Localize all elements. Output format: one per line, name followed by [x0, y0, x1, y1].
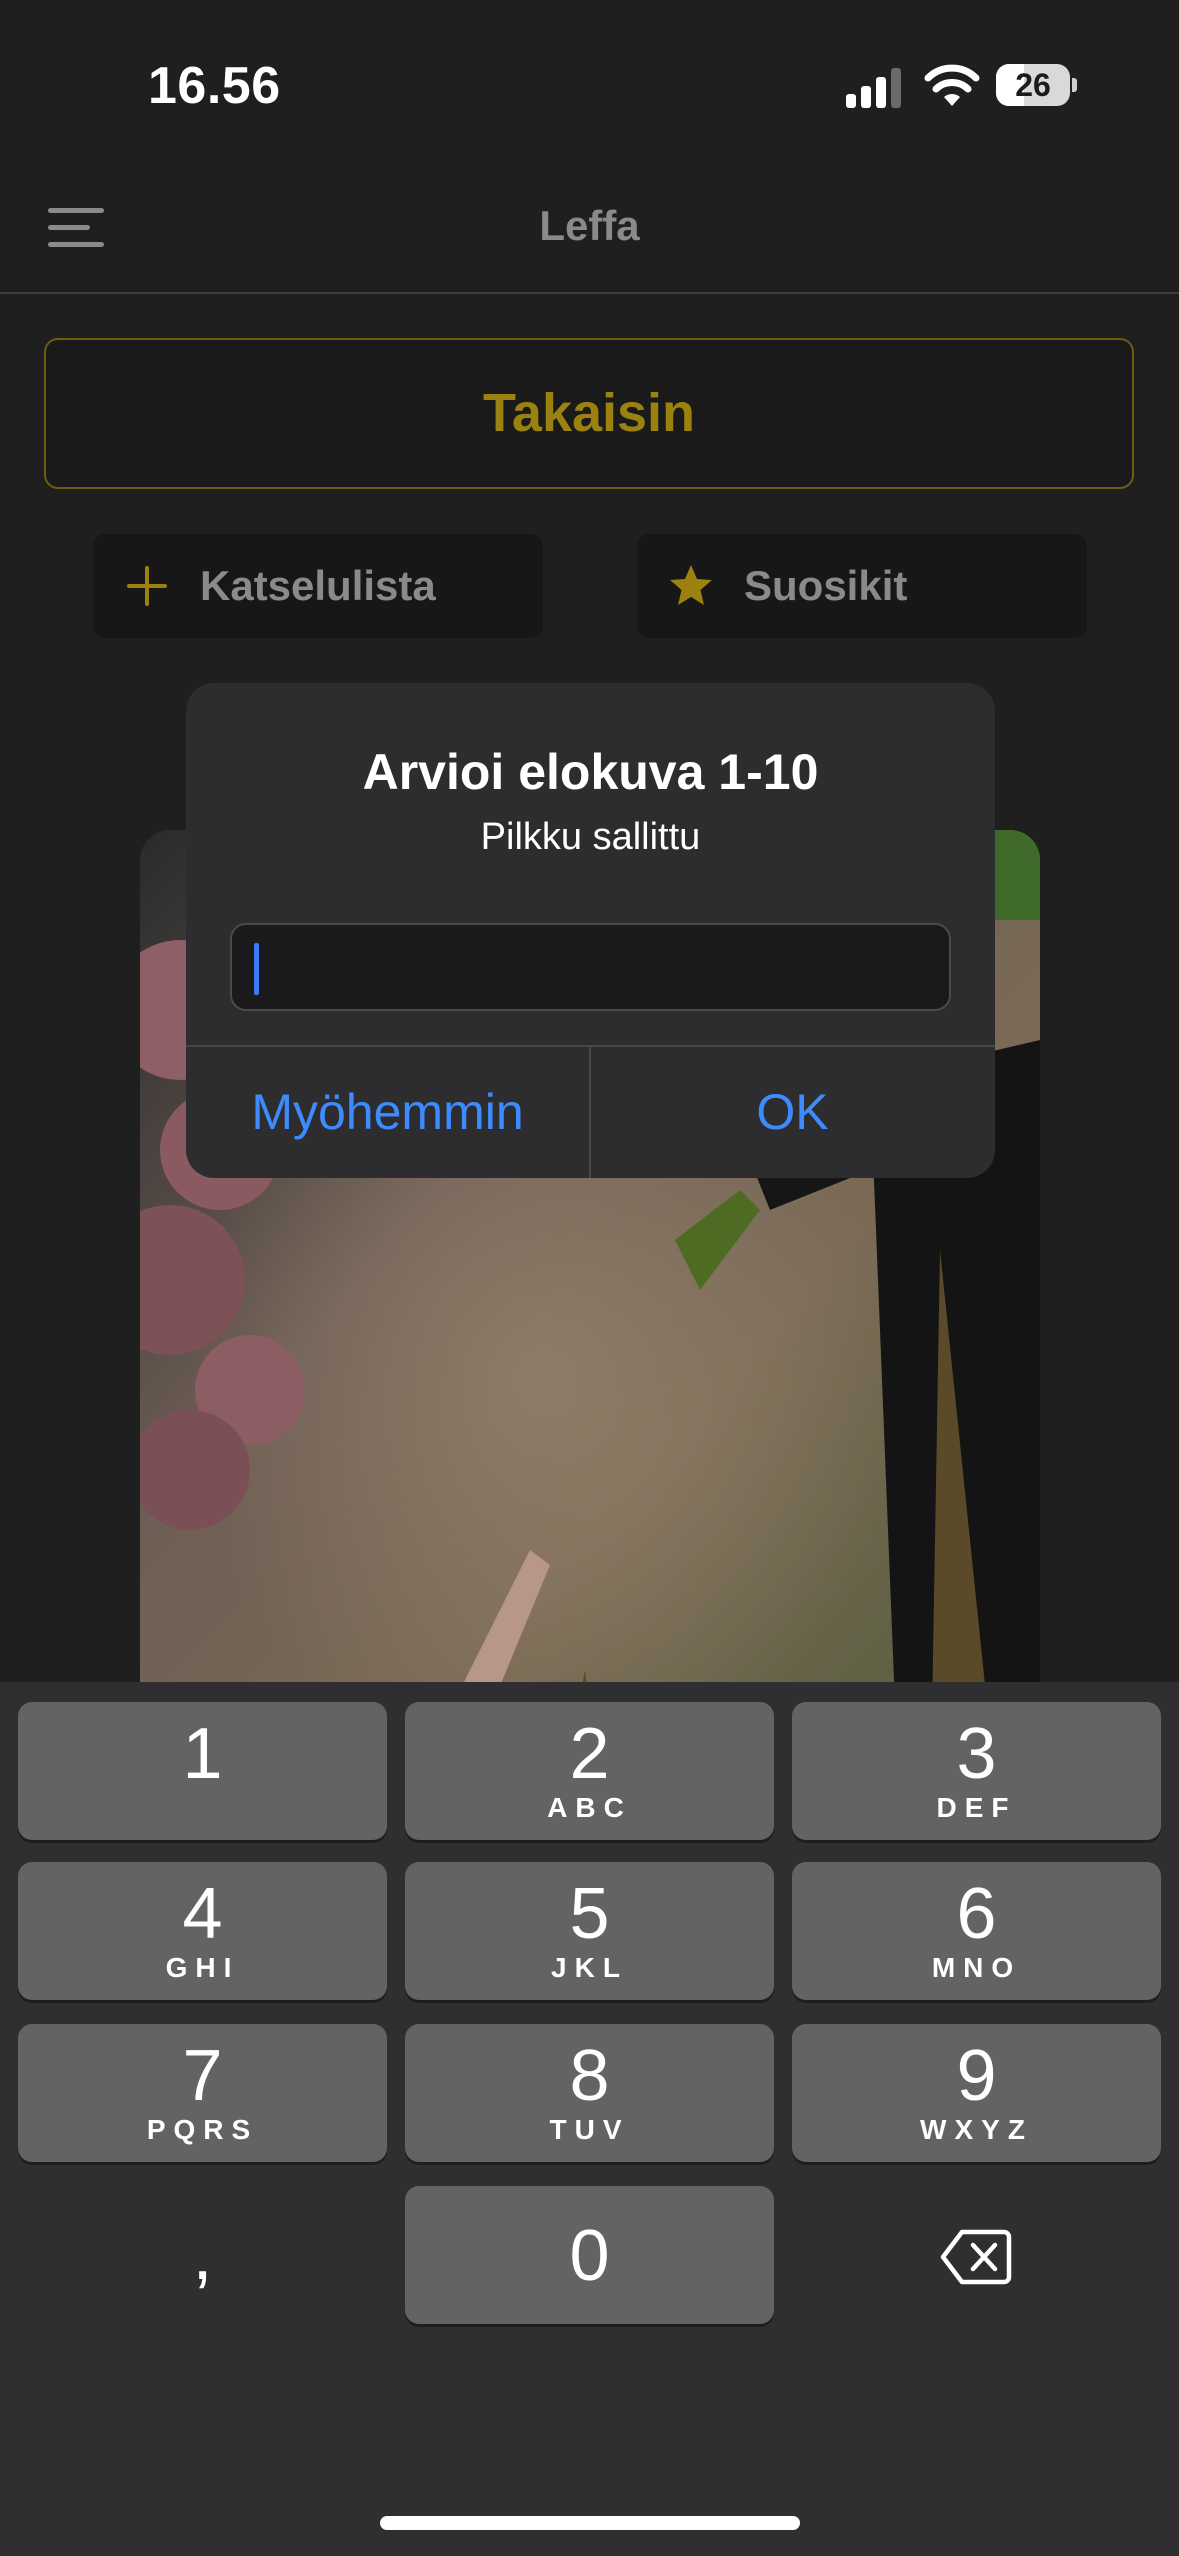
favorites-label: Suosikit — [744, 562, 908, 609]
battery-icon: 26 — [996, 64, 1077, 106]
key-digit: 3 — [956, 1714, 997, 1794]
rating-input[interactable] — [230, 923, 951, 1011]
key-digit: 6 — [956, 1874, 997, 1954]
status-time: 16.56 — [148, 57, 281, 115]
key-digit: 2 — [569, 1714, 610, 1794]
key-digit: 5 — [569, 1874, 610, 1954]
key-9[interactable]: 9 WXYZ — [792, 2024, 1161, 2162]
key-digit: 8 — [569, 2036, 610, 2116]
alert-title: Arvioi elokuva 1-10 — [362, 744, 819, 800]
watchlist-label: Katselulista — [200, 562, 436, 609]
later-button[interactable]: Myöhemmin — [186, 1047, 589, 1178]
plus-icon — [127, 566, 167, 606]
key-digit: 0 — [569, 2216, 610, 2296]
favorites-button[interactable]: Suosikit — [637, 534, 1087, 638]
key-letters: WXYZ — [920, 2114, 1033, 2145]
back-button[interactable]: Takaisin — [44, 338, 1134, 489]
key-digit: 7 — [182, 2036, 223, 2116]
key-1[interactable]: 1 — [18, 1702, 387, 1840]
rating-alert-dialog: Arvioi elokuva 1-10 Pilkku sallittu Myöh… — [186, 683, 995, 1178]
star-icon — [670, 565, 712, 605]
key-8[interactable]: 8 TUV — [405, 2024, 774, 2162]
key-letters: DEF — [936, 1792, 1017, 1823]
home-indicator[interactable] — [380, 2516, 800, 2530]
key-digit: 4 — [182, 1874, 223, 1954]
wifi-icon — [924, 64, 980, 106]
numeric-keypad: 1 2 ABC 3 DEF 4 GHI 5 JKL 6 MNO 7 PQRS 8… — [0, 1682, 1179, 2556]
delete-button[interactable] — [792, 2190, 1161, 2328]
key-7[interactable]: 7 PQRS — [18, 2024, 387, 2162]
key-letters: MNO — [931, 1952, 1022, 1983]
key-digit: 9 — [956, 2036, 997, 2116]
signal-icon — [846, 68, 901, 108]
key-comma[interactable]: , — [18, 2190, 387, 2328]
app-header: Leffa — [0, 170, 1179, 294]
key-letters: TUV — [549, 2114, 630, 2145]
key-3[interactable]: 3 DEF — [792, 1702, 1161, 1840]
key-letters: JKL — [551, 1952, 628, 1983]
key-letters: GHI — [165, 1952, 240, 1983]
alert-message: Pilkku sallittu — [480, 816, 701, 858]
status-bar: 16.56 26 — [0, 0, 1179, 170]
text-caret — [254, 943, 259, 995]
backspace-icon — [940, 2229, 1012, 2285]
app-title: Leffa — [539, 202, 640, 249]
ok-button[interactable]: OK — [591, 1047, 994, 1178]
key-digit: 1 — [182, 1714, 223, 1794]
watchlist-button[interactable]: Katselulista — [93, 534, 543, 638]
key-0[interactable]: 0 — [405, 2186, 774, 2324]
key-6[interactable]: 6 MNO — [792, 1862, 1161, 2000]
key-letters: ABC — [547, 1792, 632, 1823]
key-4[interactable]: 4 GHI — [18, 1862, 387, 2000]
key-2[interactable]: 2 ABC — [405, 1702, 774, 1840]
key-5[interactable]: 5 JKL — [405, 1862, 774, 2000]
key-letters: PQRS — [146, 2114, 259, 2145]
battery-level-text: 26 — [1015, 67, 1051, 103]
